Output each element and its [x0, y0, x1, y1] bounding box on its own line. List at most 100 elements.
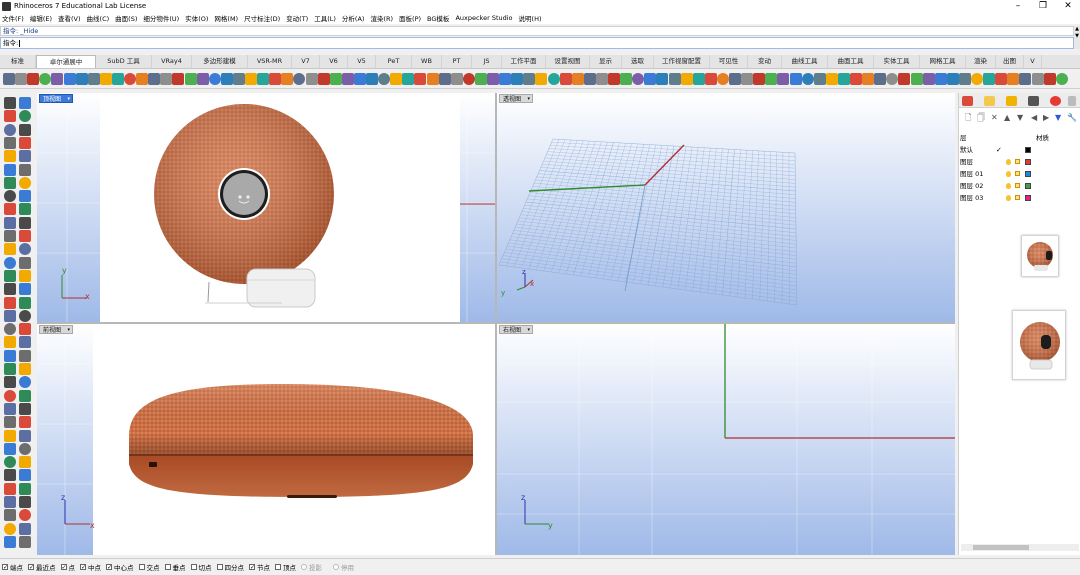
toolbar-tool-icon[interactable] [1043, 73, 1056, 85]
panel-tabs-more-icon[interactable] [1068, 96, 1076, 106]
viewport-perspective[interactable]: z x y 透视图 ▾ [497, 93, 955, 322]
layer-color-swatch[interactable] [1025, 183, 1031, 189]
move-right-icon[interactable]: ▶ [1043, 114, 1049, 122]
toolbar-tool-icon[interactable] [692, 73, 705, 85]
menu-analyze[interactable]: 分析(A) [342, 13, 365, 23]
left-tool-icon[interactable] [19, 402, 31, 415]
osnap-checkbox[interactable]: ✓ [60, 564, 67, 571]
new-sublayer-icon[interactable]: 🗍 [977, 114, 985, 122]
left-tool-icon[interactable] [4, 296, 16, 309]
menu-help[interactable]: 说明(H) [519, 13, 542, 23]
layer-color-swatch[interactable] [1025, 171, 1031, 177]
tab-select[interactable]: 选取 [622, 55, 654, 68]
tab-transform[interactable]: 变动 [748, 55, 782, 68]
left-tool-icon[interactable] [19, 296, 31, 309]
left-tool-icon[interactable] [19, 535, 31, 548]
menu-transform[interactable]: 变动(T) [286, 13, 308, 23]
osnap-midpoint[interactable]: ✓ 中点 [80, 562, 101, 572]
left-tool-icon[interactable] [4, 363, 16, 375]
visibility-bulb-icon[interactable] [1006, 183, 1011, 189]
layer-color-swatch[interactable] [1025, 147, 1031, 153]
left-tool-icon[interactable] [4, 349, 16, 362]
toolbar-tool-icon[interactable] [995, 73, 1008, 85]
toolbar-tool-icon[interactable] [801, 73, 814, 85]
left-tool-icon[interactable] [19, 269, 31, 282]
menu-render[interactable]: 渲染(R) [370, 13, 393, 23]
left-tool-icon[interactable] [4, 416, 16, 429]
toolbar-tool-icon[interactable] [934, 73, 947, 85]
viewport-perspective-label[interactable]: 透视图 ▾ [499, 94, 534, 103]
toolbar-tool-icon[interactable] [1019, 73, 1032, 85]
toolbar-tool-icon[interactable] [837, 73, 850, 85]
toolbar-tool-icon[interactable] [595, 73, 608, 85]
visibility-bulb-icon[interactable] [1006, 159, 1011, 165]
left-tool-icon[interactable] [19, 97, 31, 109]
toolbar-tool-icon[interactable] [499, 73, 512, 85]
left-tool-icon[interactable] [19, 136, 31, 149]
tab-vsr-mr[interactable]: VSR-MR [248, 55, 292, 68]
left-tool-icon[interactable] [4, 269, 16, 282]
toolbar-tool-icon[interactable] [426, 73, 439, 85]
toolbar-tool-icon[interactable] [644, 73, 657, 85]
toolbar-tool-icon[interactable] [704, 73, 717, 85]
toolbar-tool-icon[interactable] [571, 73, 584, 85]
toolbar-tool-icon[interactable] [487, 73, 499, 85]
left-tool-icon[interactable] [19, 456, 31, 469]
tab-set-view[interactable]: 设置视图 [546, 55, 590, 68]
left-tool-icon[interactable] [19, 190, 31, 203]
menu-surface[interactable]: 曲面(S) [115, 13, 137, 23]
left-tool-icon[interactable] [19, 496, 31, 508]
toolbar-tool-icon[interactable] [75, 73, 88, 85]
menu-auxpecker[interactable]: Auxpecker Studio [455, 14, 512, 22]
delete-layer-icon[interactable]: ✕ [991, 114, 998, 122]
toolbar-tool-icon[interactable] [378, 73, 391, 85]
left-tool-icon[interactable] [19, 203, 31, 216]
toolbar-tool-icon[interactable] [946, 73, 959, 85]
toolbar-tool-icon[interactable] [462, 73, 475, 85]
toolbar-tool-icon[interactable] [184, 73, 197, 85]
osnap-radio[interactable] [333, 564, 339, 570]
tab-js[interactable]: JS [472, 55, 502, 68]
left-tool-icon[interactable] [19, 416, 31, 429]
layers-tab-icon[interactable] [984, 96, 995, 106]
left-tool-icon[interactable] [4, 163, 16, 176]
tab-render[interactable]: 渲染 [966, 55, 996, 68]
tab-pet[interactable]: PeT [376, 55, 412, 68]
layer-row[interactable]: 默认 ✓ [959, 144, 1080, 156]
left-tool-icon[interactable] [4, 176, 16, 189]
menu-dimension[interactable]: 尺寸标注(D) [244, 13, 280, 23]
toolbar-tool-icon[interactable] [245, 73, 257, 85]
menu-panels[interactable]: 面板(P) [399, 13, 421, 23]
toolbar-tool-icon[interactable] [353, 73, 366, 85]
menu-file[interactable]: 文件(F) [2, 13, 24, 23]
toolbar-tool-icon[interactable] [269, 73, 282, 85]
left-tool-icon[interactable] [19, 442, 31, 455]
toolbar-tool-icon[interactable] [366, 73, 378, 85]
left-tool-icon[interactable] [4, 150, 16, 163]
left-tool-icon[interactable] [4, 203, 16, 216]
left-tool-icon[interactable] [4, 309, 16, 322]
left-tool-icon[interactable] [4, 190, 16, 203]
toolbar-tool-icon[interactable] [148, 73, 161, 85]
left-tool-icon[interactable] [4, 336, 16, 349]
left-tool-icon[interactable] [19, 150, 31, 163]
toolbar-tool-icon[interactable] [511, 73, 524, 85]
toolbar-tool-icon[interactable] [160, 73, 173, 85]
left-tool-icon[interactable] [4, 97, 16, 109]
menu-subd[interactable]: 细分物件(U) [143, 13, 179, 23]
left-tool-icon[interactable] [4, 243, 16, 256]
toolbar-tool-icon[interactable] [547, 73, 560, 85]
toolbar-tool-icon[interactable] [971, 73, 983, 85]
tab-visibility[interactable]: 可见性 [710, 55, 748, 68]
toolbar-tool-icon[interactable] [741, 73, 754, 85]
new-layer-icon[interactable]: 🗋 [965, 114, 971, 122]
osnap-end[interactable]: ✓ 端点 [2, 562, 23, 572]
osnap-checkbox[interactable]: ✓ [80, 564, 86, 571]
menu-view[interactable]: 查看(V) [58, 13, 81, 23]
left-tool-icon[interactable] [19, 163, 31, 176]
left-tool-icon[interactable] [4, 230, 16, 242]
osnap-checkbox[interactable] [275, 564, 281, 570]
toolbar-tool-icon[interactable] [874, 73, 887, 85]
toolbar-tool-icon[interactable] [208, 73, 221, 85]
lock-icon[interactable] [1015, 195, 1020, 200]
